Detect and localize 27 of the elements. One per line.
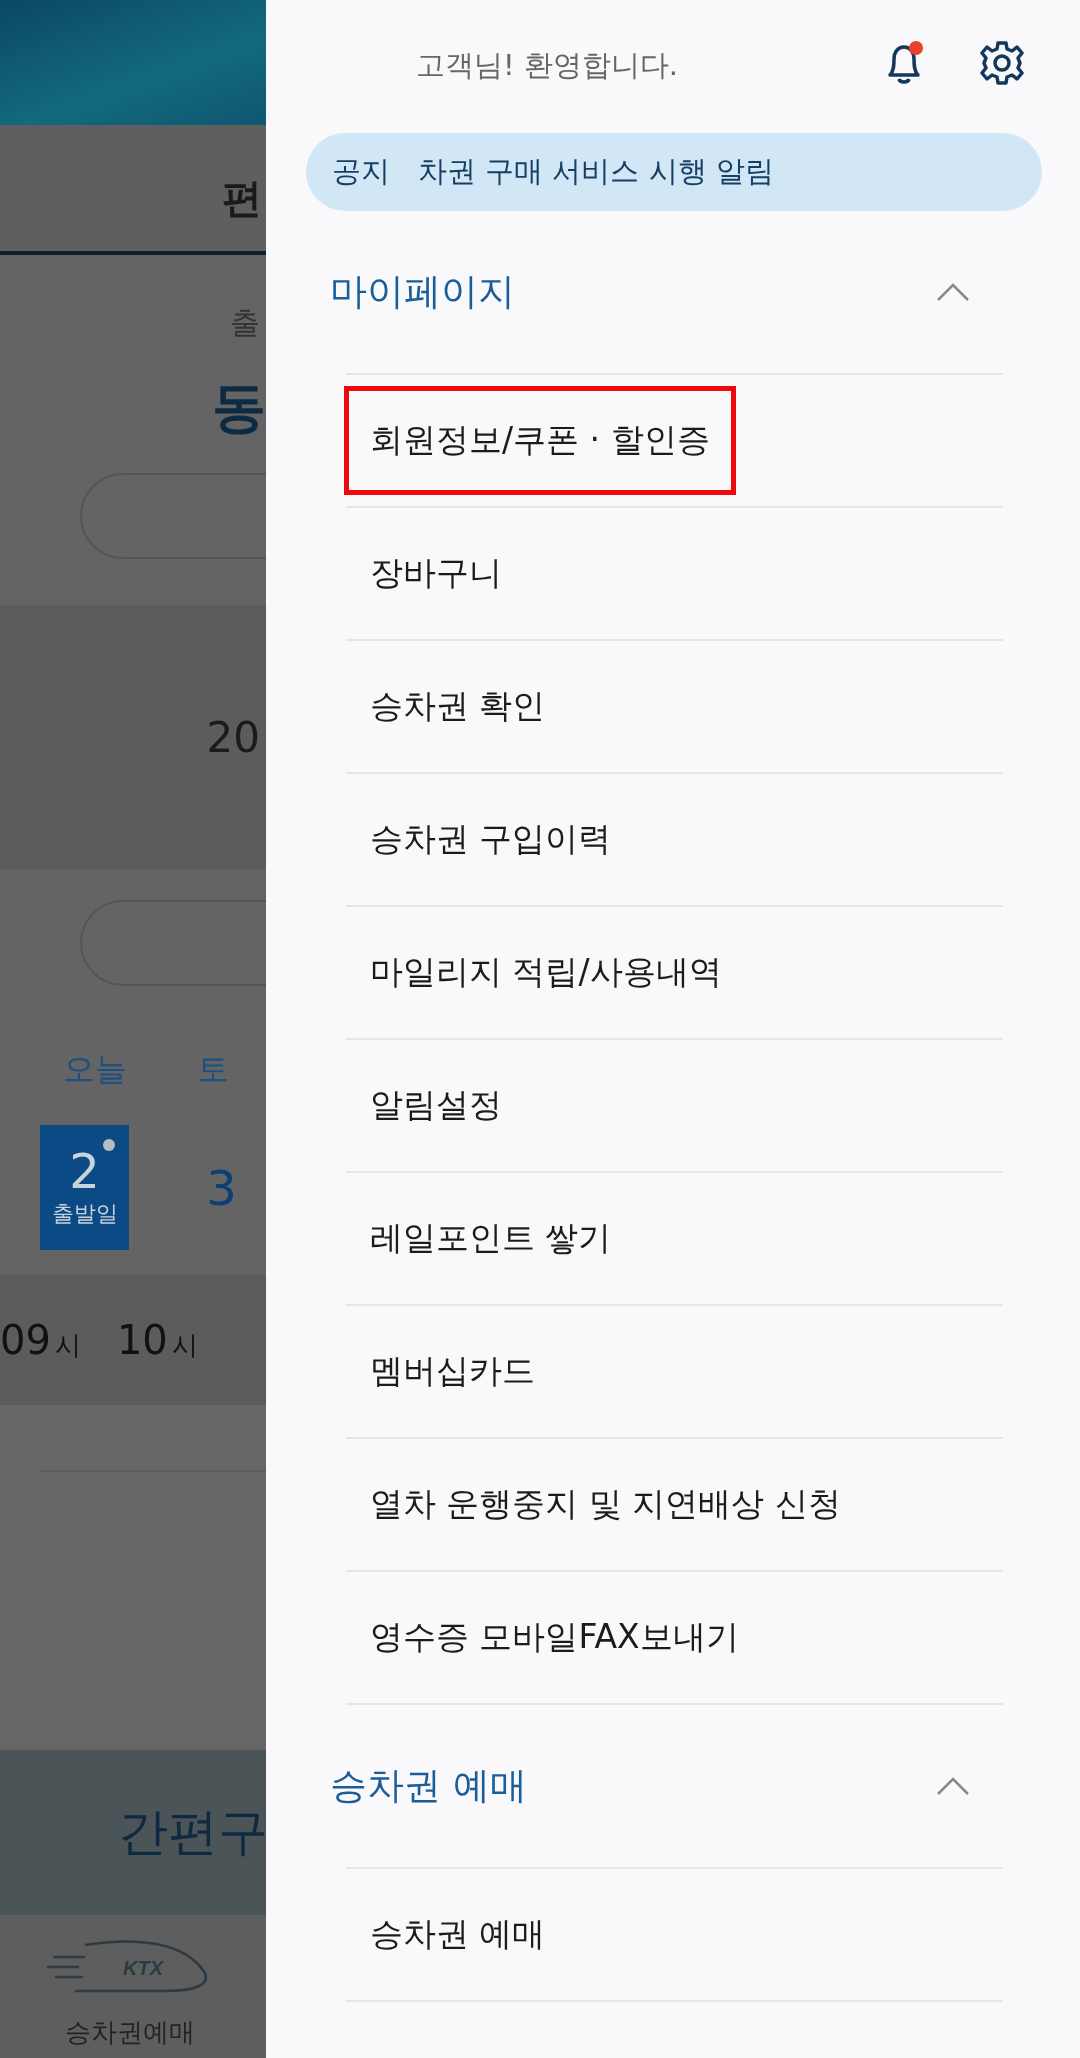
menu-item[interactable]: 승차권 구입이력 <box>346 787 636 892</box>
menu-item[interactable]: 영수증 모바일FAX보내기 <box>346 1585 763 1690</box>
weekday-label: 토 <box>197 1049 229 1090</box>
date-cell[interactable]: 2 출발일 <box>40 1125 129 1250</box>
welcome-text: 고객님! 환영합니다. <box>416 46 680 84</box>
chevron-up-icon[interactable] <box>936 282 970 302</box>
chevron-up-icon[interactable] <box>936 1776 970 1796</box>
section-title: 승차권 예매 <box>330 1763 527 1809</box>
section-header[interactable]: 승차권 예매 <box>266 1705 1080 1867</box>
notice-banner[interactable]: 공지 차권 구매 서비스 시행 알림 <box>306 133 1042 211</box>
menu-item[interactable]: 승차권 예매 <box>346 1882 570 1987</box>
notice-tag: 공지 <box>332 152 390 192</box>
dot-icon <box>103 1139 115 1151</box>
menu-item[interactable]: 멤버십카드 <box>346 1319 559 1424</box>
menu-item[interactable]: 승차권 확인 <box>346 654 570 759</box>
menu-item[interactable]: 알림설정 <box>346 1053 526 1158</box>
settings-icon[interactable] <box>978 38 1026 87</box>
section-header[interactable]: 마이페이지 <box>266 211 1080 373</box>
section-title: 마이페이지 <box>330 269 515 315</box>
notice-text: 차권 구매 서비스 시행 알림 <box>418 153 774 190</box>
menu-item[interactable]: 마일리지 적립/사용내역 <box>346 920 746 1025</box>
section-title: 간편구 <box>118 1802 266 1863</box>
menu-item[interactable]: 레일포인트 쌓기 <box>346 1186 636 1291</box>
menu-item[interactable]: 회원정보/쿠폰 · 할인증 <box>346 388 734 493</box>
weekday-label: 오늘 <box>63 1049 127 1090</box>
menu-item[interactable]: 열차 운행중지 및 지연배상 신청 <box>346 1452 865 1557</box>
menu-item[interactable]: 장바구니 <box>346 521 526 626</box>
